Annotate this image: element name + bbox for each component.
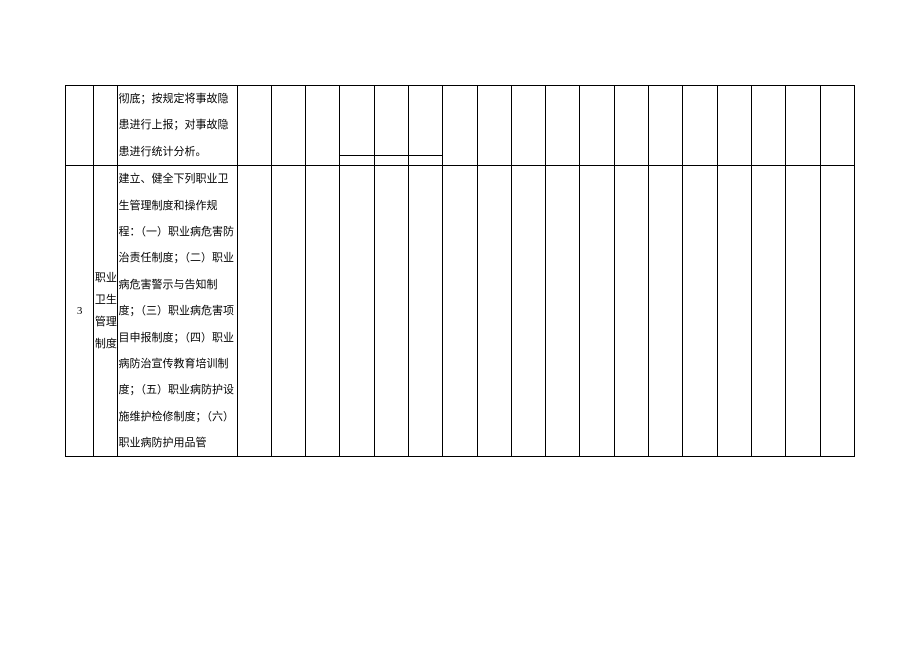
empty-cell (511, 166, 545, 457)
empty-cell (546, 86, 580, 166)
empty-cell (306, 166, 340, 457)
empty-cell (614, 86, 648, 166)
empty-cell (306, 86, 340, 166)
empty-cell (649, 86, 683, 166)
table-row: 3 职业卫生管理制度 建立、健全下列职业卫生管理制度和操作规程：（一）职业病危害… (66, 166, 855, 457)
empty-cell (786, 86, 820, 166)
document-table: 彻底；按规定将事故隐患进行上报；对事故隐患进行统计分析。 (65, 85, 855, 457)
empty-cell (614, 166, 648, 457)
empty-cell (477, 86, 511, 166)
description-cell: 建立、健全下列职业卫生管理制度和操作规程：（一）职业病危害防治责任制度；（二）职… (118, 166, 237, 457)
empty-cell (408, 156, 442, 166)
empty-cell (683, 86, 717, 166)
empty-cell (340, 86, 374, 156)
row-number-cell (66, 86, 94, 166)
empty-cell (683, 166, 717, 457)
empty-cell (237, 86, 271, 166)
empty-cell (786, 166, 820, 457)
description-cell: 彻底；按规定将事故隐患进行上报；对事故隐患进行统计分析。 (118, 86, 237, 166)
empty-cell (408, 166, 442, 457)
empty-cell (443, 86, 477, 166)
empty-cell (374, 86, 408, 156)
empty-cell (580, 166, 614, 457)
empty-cell (649, 166, 683, 457)
table-row: 彻底；按规定将事故隐患进行上报；对事故隐患进行统计分析。 (66, 86, 855, 156)
empty-cell (271, 86, 305, 166)
empty-cell (580, 86, 614, 166)
empty-cell (340, 156, 374, 166)
empty-cell (237, 166, 271, 457)
category-cell (94, 86, 118, 166)
empty-cell (820, 166, 854, 457)
category-text: 职业卫生管理制度 (94, 267, 117, 355)
empty-cell (477, 166, 511, 457)
empty-cell (443, 166, 477, 457)
empty-cell (751, 86, 785, 166)
empty-cell (374, 166, 408, 457)
category-cell: 职业卫生管理制度 (94, 166, 118, 457)
empty-cell (408, 86, 442, 156)
empty-cell (374, 156, 408, 166)
empty-cell (511, 86, 545, 166)
row-number-cell: 3 (66, 166, 94, 457)
empty-cell (271, 166, 305, 457)
empty-cell (340, 166, 374, 457)
empty-cell (820, 86, 854, 166)
empty-cell (717, 86, 751, 166)
row-number: 3 (77, 305, 83, 317)
description-text: 彻底；按规定将事故隐患进行上报；对事故隐患进行统计分析。 (118, 93, 228, 158)
description-text: 建立、健全下列职业卫生管理制度和操作规程：（一）职业病危害防治责任制度；（二）职… (118, 173, 234, 449)
empty-cell (546, 166, 580, 457)
empty-cell (751, 166, 785, 457)
empty-cell (717, 166, 751, 457)
